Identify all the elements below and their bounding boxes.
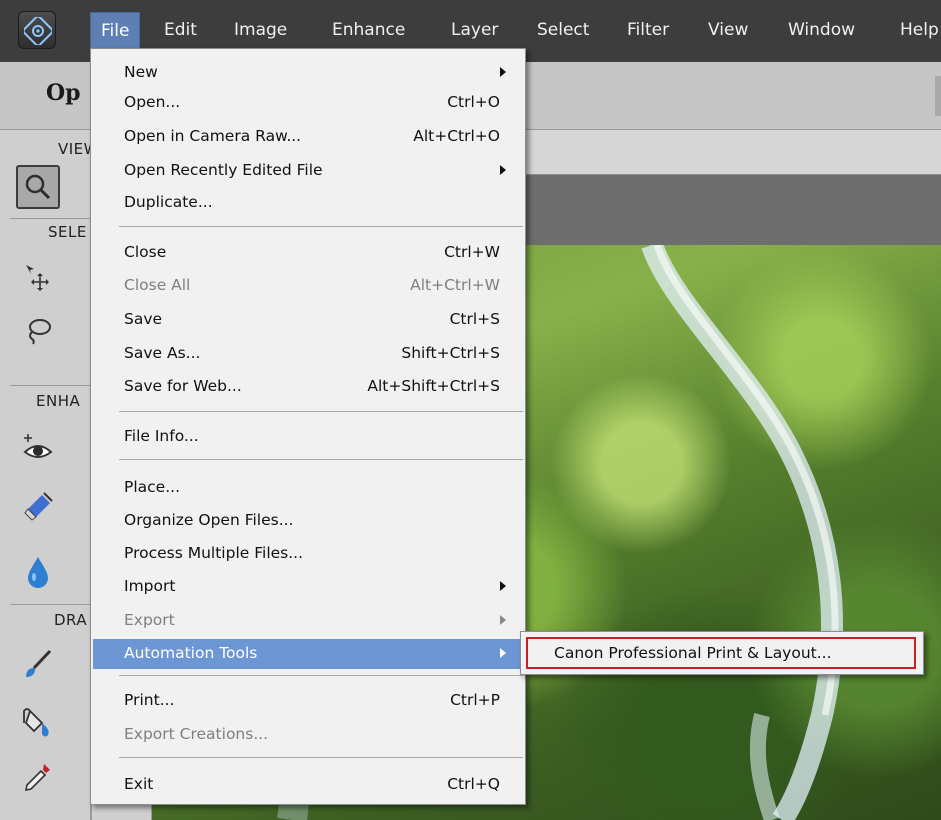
lasso-icon xyxy=(29,319,51,345)
menu-item-export-creations: Export Creations... xyxy=(93,720,523,750)
file-menu-dropdown: New Open... Ctrl+O Open in Camera Raw...… xyxy=(90,48,526,805)
blur-tool[interactable] xyxy=(16,550,60,594)
menu-separator xyxy=(119,459,523,460)
submenu-arrow-icon xyxy=(500,67,506,77)
menu-item-new[interactable]: New xyxy=(93,58,523,88)
mode-title: Op xyxy=(46,80,81,106)
menu-item-exit[interactable]: Exit Ctrl+Q xyxy=(93,770,523,800)
section-select-title: SELE xyxy=(48,223,87,241)
menu-select[interactable]: Select xyxy=(527,12,599,48)
submenu-arrow-icon xyxy=(500,648,506,658)
menu-view[interactable]: View xyxy=(698,12,758,48)
menu-item-print[interactable]: Print... Ctrl+P xyxy=(93,686,523,716)
menu-item-label: Place... xyxy=(124,478,180,496)
menu-item-label: New xyxy=(124,63,158,81)
menu-item-save-for-web[interactable]: Save for Web... Alt+Shift+Ctrl+S xyxy=(93,372,523,402)
menu-item-label: Save for Web... xyxy=(124,377,242,395)
menu-separator xyxy=(119,411,523,412)
menu-item-label: Open in Camera Raw... xyxy=(124,127,302,145)
brush-tool[interactable] xyxy=(16,642,60,686)
app-logo-icon[interactable] xyxy=(18,11,56,49)
menu-item-save[interactable]: Save Ctrl+S xyxy=(93,305,523,335)
menu-item-shortcut: Alt+Shift+Ctrl+S xyxy=(367,377,500,395)
menu-separator xyxy=(119,757,523,758)
menu-item-close-all: Close All Alt+Ctrl+W xyxy=(93,271,523,301)
brush-icon xyxy=(26,649,52,677)
menu-item-label: Exit xyxy=(124,775,154,793)
red-eye-icon xyxy=(23,434,53,458)
paint-bucket-tool[interactable] xyxy=(16,702,60,746)
options-bar-edge xyxy=(935,76,941,116)
menu-edit[interactable]: Edit xyxy=(154,12,207,48)
move-icon xyxy=(26,265,49,291)
menu-item-process-multiple-files[interactable]: Process Multiple Files... xyxy=(93,539,523,569)
zoom-tool[interactable] xyxy=(16,165,60,209)
menu-item-shortcut: Ctrl+O xyxy=(447,93,500,111)
menu-item-label: Open Recently Edited File xyxy=(124,161,323,179)
menu-item-label: Print... xyxy=(124,691,175,709)
menu-item-import[interactable]: Import xyxy=(93,572,523,602)
menu-item-label: Organize Open Files... xyxy=(124,511,294,529)
menu-item-duplicate[interactable]: Duplicate... xyxy=(93,188,523,218)
menu-item-label: Duplicate... xyxy=(124,193,213,211)
move-tool[interactable] xyxy=(16,255,60,299)
menu-item-label: File Info... xyxy=(124,427,199,445)
eyedropper-tool[interactable] xyxy=(16,755,60,799)
menu-enhance[interactable]: Enhance xyxy=(322,12,415,48)
section-draw-title: DRA xyxy=(54,611,88,629)
menu-item-canon-print-layout[interactable]: Canon Professional Print & Layout... xyxy=(526,637,916,669)
menu-filter[interactable]: Filter xyxy=(617,12,679,48)
menu-item-save-as[interactable]: Save As... Shift+Ctrl+S xyxy=(93,339,523,369)
submenu-item-label: Canon Professional Print & Layout... xyxy=(554,644,832,662)
menu-item-shortcut: Ctrl+P xyxy=(450,691,500,709)
eyedropper-icon xyxy=(24,764,50,792)
submenu-arrow-icon xyxy=(500,581,506,591)
menu-separator xyxy=(119,675,523,676)
menu-item-open-camera-raw[interactable]: Open in Camera Raw... Alt+Ctrl+O xyxy=(93,122,523,152)
red-eye-tool[interactable] xyxy=(16,425,60,469)
menu-item-label: Open... xyxy=(124,93,181,111)
menu-item-shortcut: Alt+Ctrl+O xyxy=(413,127,500,145)
menu-item-close[interactable]: Close Ctrl+W xyxy=(93,238,523,268)
menu-item-open[interactable]: Open... Ctrl+O xyxy=(93,88,523,118)
menu-item-shortcut: Ctrl+S xyxy=(449,310,500,328)
blur-icon xyxy=(28,557,48,588)
submenu-arrow-icon xyxy=(500,615,506,625)
menu-layer[interactable]: Layer xyxy=(441,12,508,48)
menu-item-shortcut: Ctrl+Q xyxy=(447,775,500,793)
menu-item-label: Close xyxy=(124,243,167,261)
paint-bucket-icon xyxy=(23,708,49,737)
menu-item-open-recent[interactable]: Open Recently Edited File xyxy=(93,156,523,186)
spot-healing-tool[interactable] xyxy=(16,485,60,529)
menu-item-automation-tools[interactable]: Automation Tools xyxy=(93,639,523,669)
menu-image[interactable]: Image xyxy=(224,12,297,48)
menu-item-label: Export Creations... xyxy=(124,725,269,743)
menu-item-shortcut: Ctrl+W xyxy=(444,243,500,261)
menu-item-label: Save xyxy=(124,310,163,328)
menu-item-label: Save As... xyxy=(124,344,201,362)
menu-help[interactable]: Help xyxy=(890,12,941,48)
menu-item-shortcut: Alt+Ctrl+W xyxy=(410,276,500,294)
automation-tools-submenu: Canon Professional Print & Layout... xyxy=(520,631,924,675)
menu-item-organize-open-files[interactable]: Organize Open Files... xyxy=(93,506,523,536)
lasso-tool[interactable] xyxy=(16,308,60,352)
menu-item-label: Automation Tools xyxy=(124,644,258,662)
submenu-arrow-icon xyxy=(500,165,506,175)
menu-item-place[interactable]: Place... xyxy=(93,473,523,503)
spot-healing-icon xyxy=(24,492,53,521)
menu-item-label: Process Multiple Files... xyxy=(124,544,304,562)
menu-item-label: Import xyxy=(124,577,176,595)
menu-item-export: Export xyxy=(93,606,523,636)
menu-item-label: Export xyxy=(124,611,175,629)
menu-file[interactable]: File xyxy=(90,12,141,48)
menu-item-label: Close All xyxy=(124,276,191,294)
menu-window[interactable]: Window xyxy=(778,12,865,48)
menu-separator xyxy=(119,226,523,227)
menu-item-shortcut: Shift+Ctrl+S xyxy=(401,344,500,362)
section-enhance-title: ENHA xyxy=(36,392,81,410)
menu-item-file-info[interactable]: File Info... xyxy=(93,422,523,452)
zoom-icon xyxy=(25,174,51,200)
